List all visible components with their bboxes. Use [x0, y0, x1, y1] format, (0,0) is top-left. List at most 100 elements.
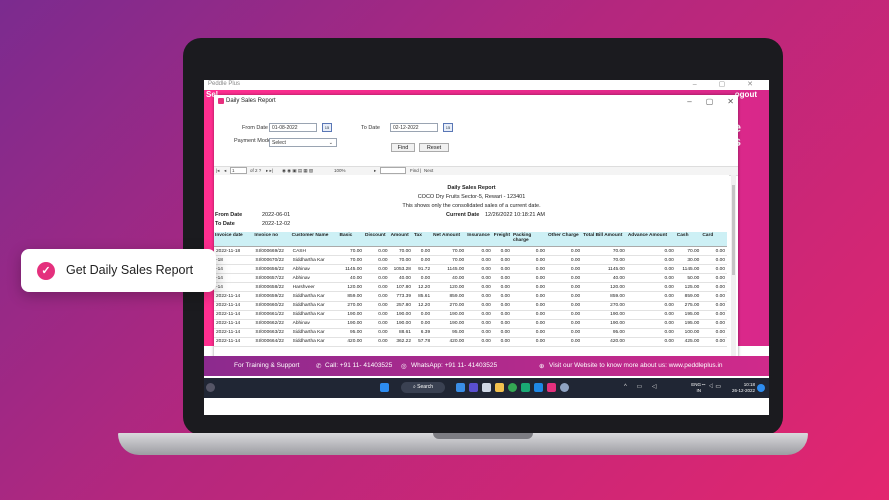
dialog-title-bar: Daily Sales Report – ▢ ✕ — [214, 95, 738, 110]
table-cell: 120.00 — [432, 282, 467, 293]
table-cell: 0.00 — [466, 246, 493, 257]
table-cell: 0.00 — [701, 337, 727, 348]
table-row: 2022-11-18 SI/000669/22 CASH 70.00 0.00 70.00… — [214, 246, 727, 257]
table-cell: 190.00 — [389, 310, 413, 320]
table-cell: 0.00 — [412, 273, 433, 284]
close-icon[interactable]: ✕ — [727, 97, 734, 106]
dialog-window-controls: – ▢ ✕ — [673, 97, 734, 106]
table-cell: 859.00 — [582, 291, 627, 302]
table-cell: SI/000657/22 — [253, 273, 291, 284]
to-date-field[interactable]: 02-12-2022 — [390, 123, 438, 132]
table-cell: SI/000663/22 — [253, 328, 291, 338]
chrome-icon[interactable] — [508, 383, 517, 392]
table-cell: Siddhartha Kar — [290, 328, 339, 338]
table-cell: 0.00 — [492, 273, 512, 284]
table-cell: 0.00 — [511, 282, 548, 293]
table-cell: 125.00 — [675, 282, 702, 293]
prev-page-icon[interactable]: ◂ — [224, 168, 226, 174]
table-cell: Siddhartha Kar — [290, 291, 339, 302]
footer-website[interactable]: Visit our Website to know more about us:… — [549, 362, 723, 369]
feature-callout: ✓ Get Daily Sales Report — [21, 249, 216, 292]
table-cell: 70.00 — [338, 255, 365, 266]
find-link[interactable]: Find — [410, 168, 419, 173]
report-scrollbar[interactable] — [731, 175, 736, 359]
maximize-icon[interactable]: ▢ — [706, 97, 714, 106]
table-cell: CASH — [290, 246, 339, 257]
minimize-icon[interactable]: – — [687, 97, 691, 106]
column-header: Net Amount — [432, 232, 467, 247]
table-cell: 0.00 — [547, 264, 583, 275]
excel-icon[interactable] — [521, 383, 530, 392]
table-cell: 100.00 — [675, 328, 702, 338]
table-cell: 195.00 — [675, 319, 702, 329]
logout-link[interactable]: ogout — [735, 90, 757, 99]
payment-mode-label: Payment Mode — [234, 138, 271, 144]
table-cell: 270.00 — [338, 301, 365, 311]
file-explorer-icon[interactable] — [495, 383, 504, 392]
page-number-input[interactable]: 1 — [230, 167, 247, 174]
table-cell: 859.00 — [338, 291, 365, 302]
peddle-plus-icon[interactable] — [547, 383, 556, 392]
system-tray-icons[interactable]: ^ ▭ ◁ — [624, 383, 660, 390]
next-page-icon[interactable]: ▸ ▸| — [266, 168, 273, 174]
table-cell: 0.00 — [511, 337, 548, 348]
table-cell: 0.00 — [466, 301, 493, 311]
table-cell: 257.80 — [389, 301, 413, 311]
app-window-controls[interactable]: – ▢ ✕ — [693, 80, 763, 88]
table-cell: 0.00 — [547, 301, 583, 311]
page-count: of 2 ? — [250, 168, 262, 173]
column-header: Other Charge — [547, 232, 583, 247]
table-cell: SI/000659/22 — [253, 291, 291, 302]
table-cell: 2022-11-14 — [214, 337, 254, 348]
find-button[interactable]: Find — [391, 143, 415, 152]
task-view-icon[interactable] — [456, 383, 465, 392]
reset-button[interactable]: Reset — [419, 143, 449, 152]
table-cell: 0.00 — [626, 291, 676, 302]
table-cell: 120.00 — [338, 282, 365, 293]
report-tool-icons[interactable]: ◉ ◉ ▣ ▤ ▦ ▧ — [282, 168, 313, 174]
table-cell: 88.61 — [389, 328, 413, 338]
table-cell: 95.00 — [582, 328, 627, 338]
table-cell: SI/000669/22 — [253, 246, 291, 257]
next-link[interactable]: Next — [424, 168, 433, 173]
table-cell: 270.00 — [582, 301, 627, 311]
column-header: Basic — [338, 232, 365, 247]
taskbar-clock[interactable]: 10:18 26-12-2022 — [732, 382, 755, 394]
chat-icon[interactable] — [469, 383, 478, 392]
store-icon[interactable] — [482, 383, 491, 392]
language-indicator[interactable]: ENG IN — [691, 382, 701, 394]
table-cell: 0.00 — [547, 273, 583, 284]
table-cell: 120.00 — [582, 282, 627, 293]
table-cell: -14 — [214, 264, 254, 275]
network-volume-icons[interactable]: ⌔ ◁ ▭ — [701, 384, 721, 390]
from-date-calendar-icon[interactable]: 15 — [322, 123, 332, 132]
report-canvas: Daily Sales Report COCO Dry Fruits Secto… — [214, 175, 729, 359]
first-page-icon[interactable]: |◂ — [216, 168, 219, 174]
settings-icon[interactable] — [560, 383, 569, 392]
to-date-calendar-icon[interactable]: 15 — [443, 123, 453, 132]
table-cell: 40.00 — [582, 273, 627, 284]
table-cell: 70.00 — [389, 246, 413, 257]
table-cell: Siddhartha Kar — [290, 301, 339, 311]
table-cell: 0.00 — [701, 310, 727, 320]
table-cell: 190.00 — [389, 319, 413, 329]
report-note: This shows only the consolidated sales o… — [402, 203, 541, 209]
zoom-select[interactable]: 100% — [334, 168, 346, 173]
table-cell: 190.00 — [432, 319, 467, 329]
windows-start-icon[interactable] — [380, 383, 389, 392]
table-cell: 0.00 — [492, 301, 512, 311]
table-cell: SI/000660/22 — [253, 301, 291, 311]
taskbar-search[interactable]: ⌕ Search — [401, 382, 445, 393]
weather-icon[interactable] — [206, 383, 215, 392]
from-date-field[interactable]: 01-08-2022 — [269, 123, 317, 132]
app-icon[interactable] — [534, 383, 543, 392]
payment-mode-select[interactable]: Select ⌄ — [269, 138, 337, 147]
zoom-chevron-icon[interactable]: ▸ — [374, 168, 376, 174]
find-text-input[interactable] — [380, 167, 406, 174]
table-cell: -18 — [214, 255, 254, 266]
table-cell: 0.00 — [466, 328, 493, 338]
table-cell: 95.00 — [338, 328, 365, 338]
table-cell: 0.00 — [492, 328, 512, 338]
scrollbar-thumb[interactable] — [732, 185, 735, 275]
notification-icon[interactable] — [757, 384, 765, 392]
